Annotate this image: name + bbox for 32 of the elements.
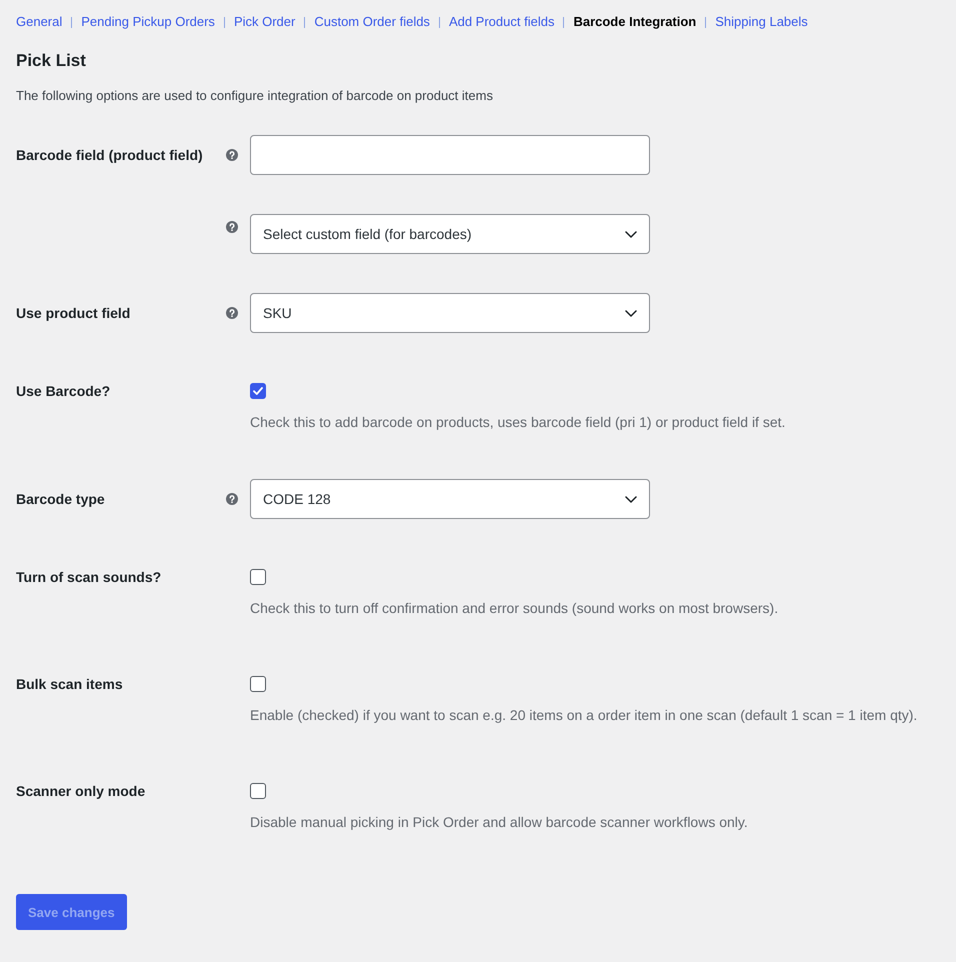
settings-tab[interactable]: Custom Order fields [314, 12, 430, 32]
field-label: Barcode field (product field) [16, 146, 203, 165]
input-field[interactable] [250, 135, 650, 175]
settings-tab[interactable]: Shipping Labels [715, 12, 808, 32]
chevron-down-icon [625, 310, 637, 316]
field-label: Turn of scan sounds? [16, 568, 162, 587]
field-label: Use product field [16, 304, 130, 323]
field-label: Barcode type [16, 490, 105, 509]
checkbox[interactable] [250, 383, 266, 399]
field-label: Bulk scan items [16, 675, 123, 694]
field-description: Enable (checked) if you want to scan e.g. 20 items on a order item in one scan (default 1 scan = 1 item qty). [250, 706, 918, 725]
settings-tab[interactable]: Pending Pickup Orders [81, 12, 215, 32]
checkbox[interactable] [250, 569, 266, 585]
section-description: The following options are used to configure integration of barcode on product items [16, 87, 494, 105]
select-dropdown[interactable]: SKU [250, 293, 650, 333]
field-description: Check this to add barcode on products, uses barcode field (pri 1) or product field if set. [250, 413, 786, 432]
checkmark-icon [253, 387, 263, 395]
chevron-down-icon [625, 496, 637, 502]
settings-tab[interactable]: Barcode Integration [573, 12, 696, 32]
field-description: Disable manual picking in Pick Order and allow barcode scanner workflows only. [250, 813, 749, 832]
checkbox[interactable] [250, 783, 266, 799]
chevron-down-icon [625, 230, 637, 238]
settings-tab[interactable]: Pick Order [234, 12, 296, 32]
field-label: Use Barcode? [16, 382, 110, 401]
section-heading: Pick List [16, 50, 87, 72]
field-label: Scanner only mode [16, 782, 146, 801]
select-dropdown[interactable]: CODE 128 [250, 479, 650, 519]
settings-tab[interactable]: Add Product fields [448, 12, 554, 32]
checkbox[interactable] [250, 676, 266, 692]
select-dropdown[interactable]: Select custom field (for barcodes) [250, 214, 650, 254]
field-description: Check this to turn off confirmation and error sounds (sound works on most browsers). [250, 599, 780, 618]
settings-tab[interactable]: General [16, 12, 62, 32]
